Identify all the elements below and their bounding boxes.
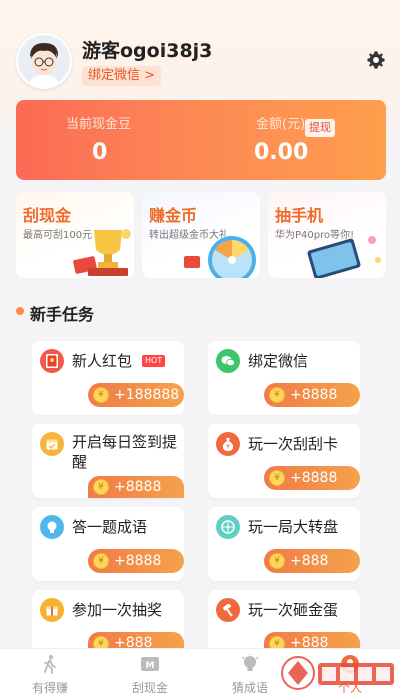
section-dot (16, 307, 24, 315)
feature-earn-coins[interactable]: 赚金币 转出超级金币大礼 (142, 192, 260, 278)
bulb-icon (241, 654, 259, 671)
reward-button[interactable]: ¥ +888 (264, 632, 360, 652)
reward-button[interactable]: ¥ +188888 (88, 383, 184, 407)
feature-title: 赚金币 (149, 206, 198, 225)
scratch-icon: M (141, 657, 159, 671)
reward-amount: +8888 (290, 470, 338, 486)
task-name: 答一题成语 (72, 518, 148, 536)
bind-wechat-link[interactable]: 绑定微信 > (82, 66, 162, 86)
coin-icon: ¥ (269, 470, 285, 486)
lucky-wheel-icon (184, 236, 256, 278)
feature-title: 刮现金 (23, 206, 72, 225)
amount-label: 金额(元) (256, 117, 306, 132)
svg-text:M: M (146, 661, 155, 671)
watermark-logo (281, 656, 394, 690)
coin-icon: ¥ (269, 387, 285, 403)
reward-amount: +8888 (290, 387, 338, 403)
task-answer-idiom[interactable]: 答一题成语 ¥ +8888 (32, 507, 184, 581)
task-name: 玩一次刮刮卡 (248, 435, 339, 453)
reward-amount: +8888 (114, 553, 162, 569)
nav-item-earn[interactable]: 有得赚 (0, 649, 100, 698)
avatar[interactable] (16, 33, 72, 89)
reward-button[interactable]: ¥ +8888 (264, 466, 360, 490)
task-name: 玩一次砸金蛋 (248, 601, 339, 619)
red-envelope-icon (40, 349, 64, 373)
nav-label: 有得赚 (31, 681, 68, 695)
svg-text:¥: ¥ (226, 443, 230, 450)
lightbulb-icon (40, 515, 64, 539)
hot-badge: HOT (142, 355, 166, 367)
reward-button[interactable]: ¥ +888 (264, 549, 360, 573)
nav-item-scratch-cash[interactable]: M 刮现金 (100, 649, 200, 698)
calendar-icon (40, 432, 64, 456)
hammer-icon (216, 598, 240, 622)
task-daily-checkin-reminder[interactable]: 开启每日签到提醒 ¥ +8888 (32, 424, 184, 498)
gear-icon[interactable] (366, 50, 386, 70)
task-name: 绑定微信 (248, 352, 309, 370)
gold-value: 0 (92, 140, 108, 165)
phone-icon (307, 236, 381, 278)
task-name: 参加一次抽奖 (72, 601, 163, 619)
gold-label: 当前现金豆 (66, 117, 132, 132)
reward-amount: +888 (290, 553, 329, 569)
wechat-icon (216, 349, 240, 373)
reward-button[interactable]: ¥ +888 (88, 632, 184, 652)
trophy-icon (73, 229, 131, 276)
coin-icon: ¥ (93, 553, 109, 569)
task-name: 开启每日签到提醒 (72, 433, 178, 471)
reward-amount: +8888 (114, 479, 162, 495)
gift-icon (40, 598, 64, 622)
withdraw-button[interactable]: 提现 (305, 119, 335, 137)
coin-icon: ¥ (269, 553, 285, 569)
walk-icon (44, 655, 56, 674)
coin-icon: ¥ (93, 479, 109, 495)
reward-button[interactable]: ¥ +8888 (264, 383, 360, 407)
reward-amount: +188888 (114, 387, 180, 403)
feature-scratch-cash[interactable]: 刮现金 最高可刮100元 (16, 192, 134, 278)
nav-label: 刮现金 (131, 681, 168, 695)
amount-value: 0.00 (254, 140, 309, 165)
task-new-user-red-packet[interactable]: 新人红包 HOT ¥ +188888 (32, 341, 184, 415)
feature-title: 抽手机 (275, 206, 324, 225)
feature-win-phone[interactable]: 抽手机 华为P40pro等你! (268, 192, 386, 278)
avatar-illustration (18, 35, 70, 87)
reward-button[interactable]: ¥ +8888 (88, 476, 184, 498)
username: 游客ogoi38j3 (82, 40, 213, 62)
coin-icon: ¥ (93, 387, 109, 403)
task-name: 玩一局大转盘 (248, 518, 339, 536)
task-scratch-card[interactable]: ¥ 玩一次刮刮卡 ¥ +8888 (208, 424, 360, 498)
task-spin-wheel[interactable]: 玩一局大转盘 ¥ +888 (208, 507, 360, 581)
wheel-icon (216, 515, 240, 539)
reward-button[interactable]: ¥ +8888 (88, 549, 184, 573)
money-bag-icon: ¥ (216, 432, 240, 456)
task-name: 新人红包 (72, 352, 133, 370)
balance-card: 当前现金豆 0 金额(元) 0.00 (16, 100, 386, 180)
task-bind-wechat[interactable]: 绑定微信 ¥ +8888 (208, 341, 360, 415)
section-title: 新手任务 (30, 305, 95, 324)
